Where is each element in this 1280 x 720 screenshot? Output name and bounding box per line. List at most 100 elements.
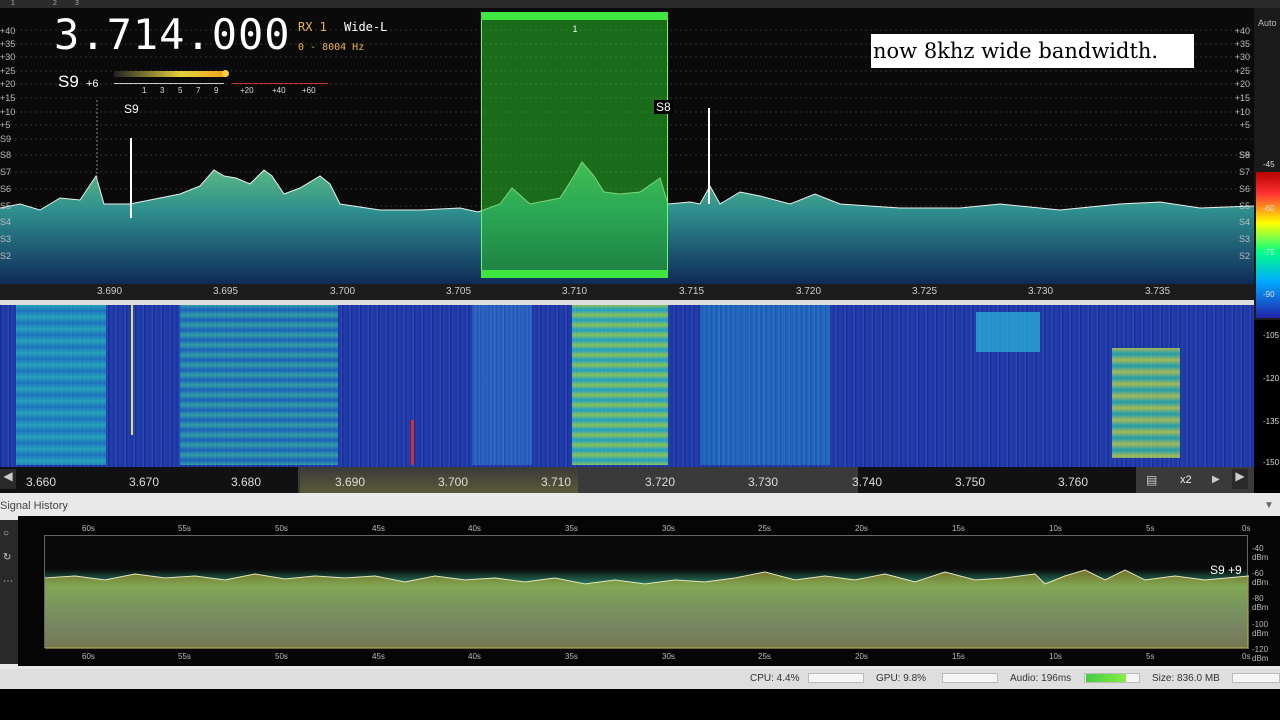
spectrum-freq-tick: 3.715 xyxy=(679,286,705,297)
top-tab-1[interactable]: 1 xyxy=(6,0,20,8)
scroll-right-icon[interactable]: ▶ xyxy=(1232,469,1248,489)
history-time-label: 25s xyxy=(758,524,771,533)
color-scale-label: -150 xyxy=(1263,458,1280,467)
bandwidth-range: 0 - 8004 Hz xyxy=(298,42,365,53)
db-label-right: S7 xyxy=(1238,167,1250,177)
db-label-left: +40 xyxy=(0,26,16,36)
db-label-left: +35 xyxy=(0,39,16,49)
color-scale-label: -135 xyxy=(1263,417,1280,426)
history-time-label: 0s xyxy=(1242,524,1251,533)
waterfall-signal xyxy=(572,305,668,465)
history-time-label: 5s xyxy=(1146,652,1155,661)
waterfall-carrier xyxy=(131,305,133,435)
history-time-label: 20s xyxy=(855,524,868,533)
history-dbm-label: -120 dBm xyxy=(1252,645,1269,663)
db-label-left: +15 xyxy=(0,93,16,103)
signal-history-plot[interactable] xyxy=(44,535,1249,649)
history-dbm-label: -80 dBm xyxy=(1252,594,1269,612)
spectrum-frequency-axis[interactable] xyxy=(0,284,1254,300)
color-scale-label: -45 xyxy=(1263,160,1275,169)
auto-scale-button[interactable]: Auto xyxy=(1258,18,1277,28)
more-icon[interactable]: ⋯ xyxy=(3,576,13,587)
spectrum-freq-tick: 3.690 xyxy=(97,286,123,297)
vfo-bottom-handle[interactable] xyxy=(481,270,668,278)
db-label-left: S3 xyxy=(0,234,12,244)
s-scale-line xyxy=(114,83,224,84)
history-time-label: 20s xyxy=(855,652,868,661)
waterfall-signal xyxy=(180,305,338,465)
history-time-label: 50s xyxy=(275,652,288,661)
history-time-label: 25s xyxy=(758,652,771,661)
db-label-left: S9 xyxy=(0,134,12,144)
db-label-right: +35 xyxy=(1234,39,1250,49)
spectrum-freq-tick: 3.730 xyxy=(1028,286,1054,297)
s-scale-label: +40 xyxy=(272,86,286,95)
scroll-left-icon[interactable]: ◀ xyxy=(0,469,16,489)
db-label-right: +30 xyxy=(1234,52,1250,62)
waterfall-signal xyxy=(1112,348,1180,458)
waterfall-freq-tick: 3.760 xyxy=(1058,475,1089,489)
gpu-usage-bar xyxy=(942,673,998,683)
s-scale-line-plus xyxy=(232,83,328,84)
signal-history-trace xyxy=(45,569,1249,649)
s-scale-label: 7 xyxy=(196,86,201,95)
db-label-right: +15 xyxy=(1234,93,1250,103)
memory-bar xyxy=(1232,673,1280,683)
history-toolbar xyxy=(0,520,18,664)
spectrum-freq-tick: 3.695 xyxy=(213,286,239,297)
waterfall-freq-tick: 3.710 xyxy=(541,475,572,489)
history-time-label: 10s xyxy=(1049,652,1062,661)
record-icon[interactable]: ○ xyxy=(3,528,9,539)
rx-label: RX 1 xyxy=(298,20,327,34)
vfo-passband[interactable] xyxy=(481,12,668,278)
history-time-label: 40s xyxy=(468,524,481,533)
db-label-right: S5 xyxy=(1238,201,1250,211)
db-label-left: S2 xyxy=(0,251,12,261)
db-label-right: +5 xyxy=(1239,120,1250,130)
reset-icon[interactable]: ↻ xyxy=(3,552,11,563)
display-settings-icon[interactable]: ▤ xyxy=(1146,473,1157,487)
memory-size: Size: 836.0 MB xyxy=(1152,673,1220,684)
frequency-display[interactable]: 3.714.000 xyxy=(54,10,291,59)
history-time-label: 35s xyxy=(565,524,578,533)
waterfall-freq-tick: 3.720 xyxy=(645,475,676,489)
waterfall-carrier xyxy=(411,420,414,465)
waterfall-freq-tick: 3.690 xyxy=(335,475,366,489)
history-time-label: 0s xyxy=(1242,652,1251,661)
spectrum-freq-tick: 3.700 xyxy=(330,286,356,297)
s-meter-value: S9 xyxy=(58,72,79,91)
top-tab-3[interactable]: 3 xyxy=(70,0,84,8)
waterfall-signal xyxy=(16,305,106,465)
db-label-left: S5 xyxy=(0,201,12,211)
vfo-top-handle[interactable] xyxy=(481,12,668,20)
collapse-chevron-icon[interactable]: ▼ xyxy=(1264,500,1274,511)
top-tab-2[interactable]: 2 xyxy=(48,0,62,8)
waterfall-freq-tick: 3.700 xyxy=(438,475,469,489)
history-dbm-label: -100 dBm xyxy=(1252,620,1269,638)
color-scale-label: -90 xyxy=(1263,290,1275,299)
history-time-label: 30s xyxy=(662,524,675,533)
db-label-left: S4 xyxy=(0,217,12,227)
db-label-right: +10 xyxy=(1234,107,1250,117)
color-scale-label: -60 xyxy=(1263,204,1275,213)
history-time-label: 55s xyxy=(178,652,191,661)
s-scale-label: 1 xyxy=(142,86,147,95)
db-label-left: +5 xyxy=(0,120,11,130)
history-time-label: 35s xyxy=(565,652,578,661)
s-scale-label: +20 xyxy=(240,86,254,95)
s-scale-label: 3 xyxy=(160,86,165,95)
spectrum-freq-tick: 3.710 xyxy=(562,286,588,297)
history-time-label: 45s xyxy=(372,652,385,661)
zoom-next-icon[interactable]: ▶ xyxy=(1212,474,1220,485)
mode-label[interactable]: Wide-L xyxy=(344,20,387,34)
s-meter-extra: +6 xyxy=(86,78,99,90)
db-label-right: S6 xyxy=(1238,184,1250,194)
signal-history-title: Signal History xyxy=(0,500,68,512)
db-label-left: S8 xyxy=(0,150,12,160)
annotation-caption: now 8khz wide bandwidth. xyxy=(871,34,1194,68)
vfo-number: 1 xyxy=(572,24,578,34)
db-label-left: +30 xyxy=(0,52,16,62)
history-time-label: 55s xyxy=(178,524,191,533)
zoom-level[interactable]: x2 xyxy=(1180,474,1192,486)
waterfall-freq-tick: 3.750 xyxy=(955,475,986,489)
